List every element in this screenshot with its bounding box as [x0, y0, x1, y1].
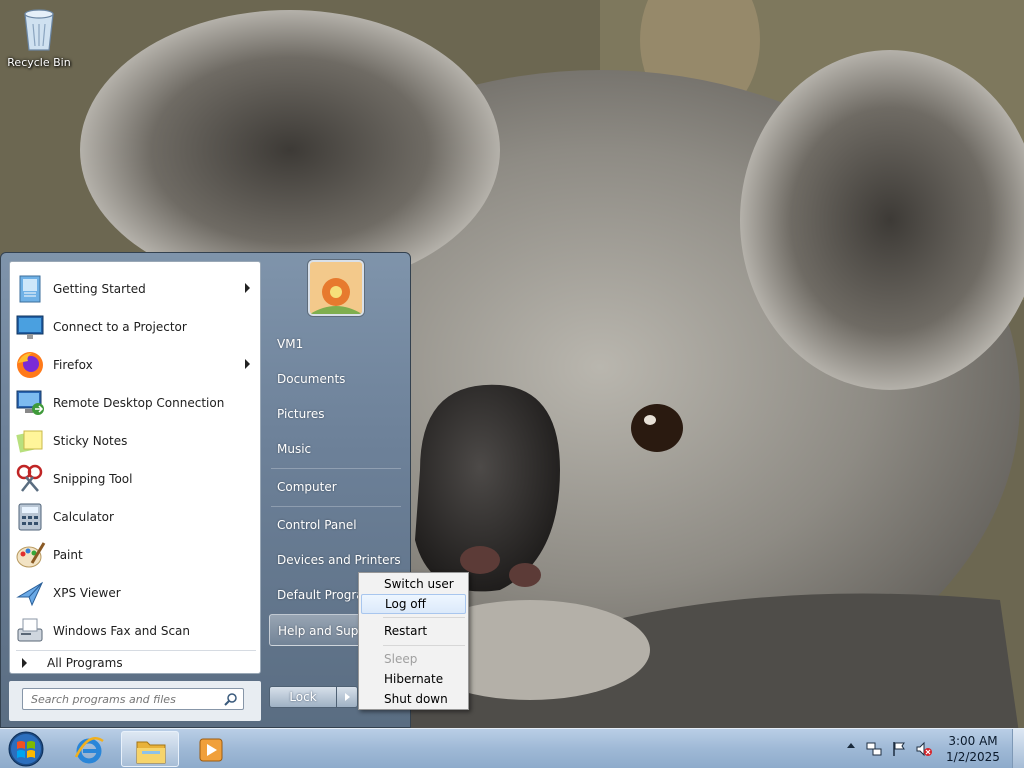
clock-time: 3:00 AM [948, 734, 998, 748]
program-label: XPS Viewer [53, 586, 121, 600]
firefox-icon [14, 349, 46, 381]
program-label: Getting Started [53, 282, 146, 296]
menu-divider [383, 617, 465, 618]
program-firefox[interactable]: Firefox [10, 347, 262, 383]
program-connect-to-a-projector[interactable]: Connect to a Projector [10, 309, 262, 345]
paint-icon [14, 539, 46, 571]
volume-muted-icon[interactable] [916, 741, 932, 757]
menu-item-hibernate[interactable]: Hibernate [361, 669, 466, 689]
all-programs-button[interactable]: All Programs [10, 652, 262, 674]
program-snipping-tool[interactable]: Snipping Tool [10, 461, 262, 497]
program-paint[interactable]: Paint [10, 537, 262, 573]
program-label: Windows Fax and Scan [53, 624, 191, 638]
menu-item-log-off[interactable]: Log off [361, 594, 466, 614]
media-player-icon [199, 738, 223, 762]
taskbar-internet-explorer[interactable] [60, 731, 118, 767]
taskbar-media-player[interactable] [182, 731, 240, 767]
recycle-bin-icon [19, 4, 59, 54]
program-xps-viewer[interactable]: XPS Viewer [10, 575, 262, 611]
menu-item-restart[interactable]: Restart [361, 621, 466, 641]
show-desktop-button[interactable] [1012, 729, 1024, 768]
link-computer[interactable]: Computer [269, 471, 409, 503]
program-getting-started[interactable]: Getting Started [10, 271, 262, 307]
submenu-arrow-icon[interactable] [245, 359, 250, 369]
link-documents[interactable]: Documents [269, 363, 409, 395]
xps-viewer-icon [14, 577, 46, 609]
taskbar-windows-explorer[interactable] [121, 731, 179, 767]
program-remote-desktop-connection[interactable]: Remote Desktop Connection [10, 385, 262, 421]
lock-button[interactable]: Lock [269, 686, 337, 708]
search-bar [9, 681, 261, 721]
link-user-folder[interactable]: VM1 [269, 328, 409, 360]
program-label: Remote Desktop Connection [53, 396, 225, 410]
link-music[interactable]: Music [269, 433, 409, 465]
program-label: Firefox [53, 358, 93, 372]
power-options-menu: Switch user Log off Restart Sleep Hibern… [358, 572, 469, 710]
getting-started-icon [14, 273, 46, 305]
chevron-right-icon [345, 693, 350, 701]
search-box[interactable] [22, 688, 244, 710]
internet-explorer-icon [74, 737, 104, 764]
menu-item-sleep: Sleep [384, 652, 418, 666]
divider [271, 468, 401, 469]
search-input[interactable] [29, 691, 219, 707]
link-pictures[interactable]: Pictures [269, 398, 409, 430]
program-sticky-notes[interactable]: Sticky Notes [10, 423, 262, 459]
taskbar: 3:00 AM 1/2/2025 [0, 728, 1024, 768]
projector-icon [14, 311, 46, 343]
search-icon[interactable] [224, 692, 238, 706]
menu-item-switch-user[interactable]: Switch user [361, 574, 466, 594]
program-label: Snipping Tool [53, 472, 133, 486]
windows-explorer-icon [136, 741, 166, 764]
link-control-panel[interactable]: Control Panel [269, 509, 409, 541]
program-label: Connect to a Projector [53, 320, 187, 334]
start-button[interactable] [6, 730, 46, 768]
system-clock[interactable]: 3:00 AM 1/2/2025 [940, 733, 1006, 765]
desktop-icon-label: Recycle Bin [7, 56, 71, 69]
clock-date: 1/2/2025 [946, 750, 1000, 764]
menu-divider [383, 645, 465, 646]
windows-logo-icon [8, 731, 44, 767]
divider [271, 506, 401, 507]
network-icon[interactable] [866, 741, 882, 757]
start-menu-programs-pane: Getting Started Connect to a Projector F… [9, 261, 261, 674]
fax-scan-icon [14, 615, 46, 647]
snipping-tool-icon [14, 463, 46, 495]
calculator-icon [14, 501, 46, 533]
power-options-arrow-button[interactable] [336, 686, 358, 708]
expand-arrow-icon [22, 658, 27, 668]
divider [16, 650, 256, 651]
remote-desktop-icon [14, 387, 46, 419]
menu-item-shut-down[interactable]: Shut down [361, 689, 466, 709]
user-account-picture[interactable] [308, 260, 364, 316]
program-label: Sticky Notes [53, 434, 128, 448]
program-windows-fax-and-scan[interactable]: Windows Fax and Scan [10, 613, 262, 649]
desktop-icon-recycle-bin[interactable]: Recycle Bin [6, 4, 72, 69]
sticky-notes-icon [14, 425, 46, 457]
submenu-arrow-icon[interactable] [245, 283, 250, 293]
start-menu: Getting Started Connect to a Projector F… [0, 252, 411, 728]
program-label: Paint [53, 548, 83, 562]
all-programs-label: All Programs [47, 656, 123, 670]
action-center-flag-icon[interactable] [891, 741, 907, 757]
program-label: Calculator [53, 510, 114, 524]
show-hidden-icons-icon[interactable] [847, 743, 855, 748]
program-calculator[interactable]: Calculator [10, 499, 262, 535]
